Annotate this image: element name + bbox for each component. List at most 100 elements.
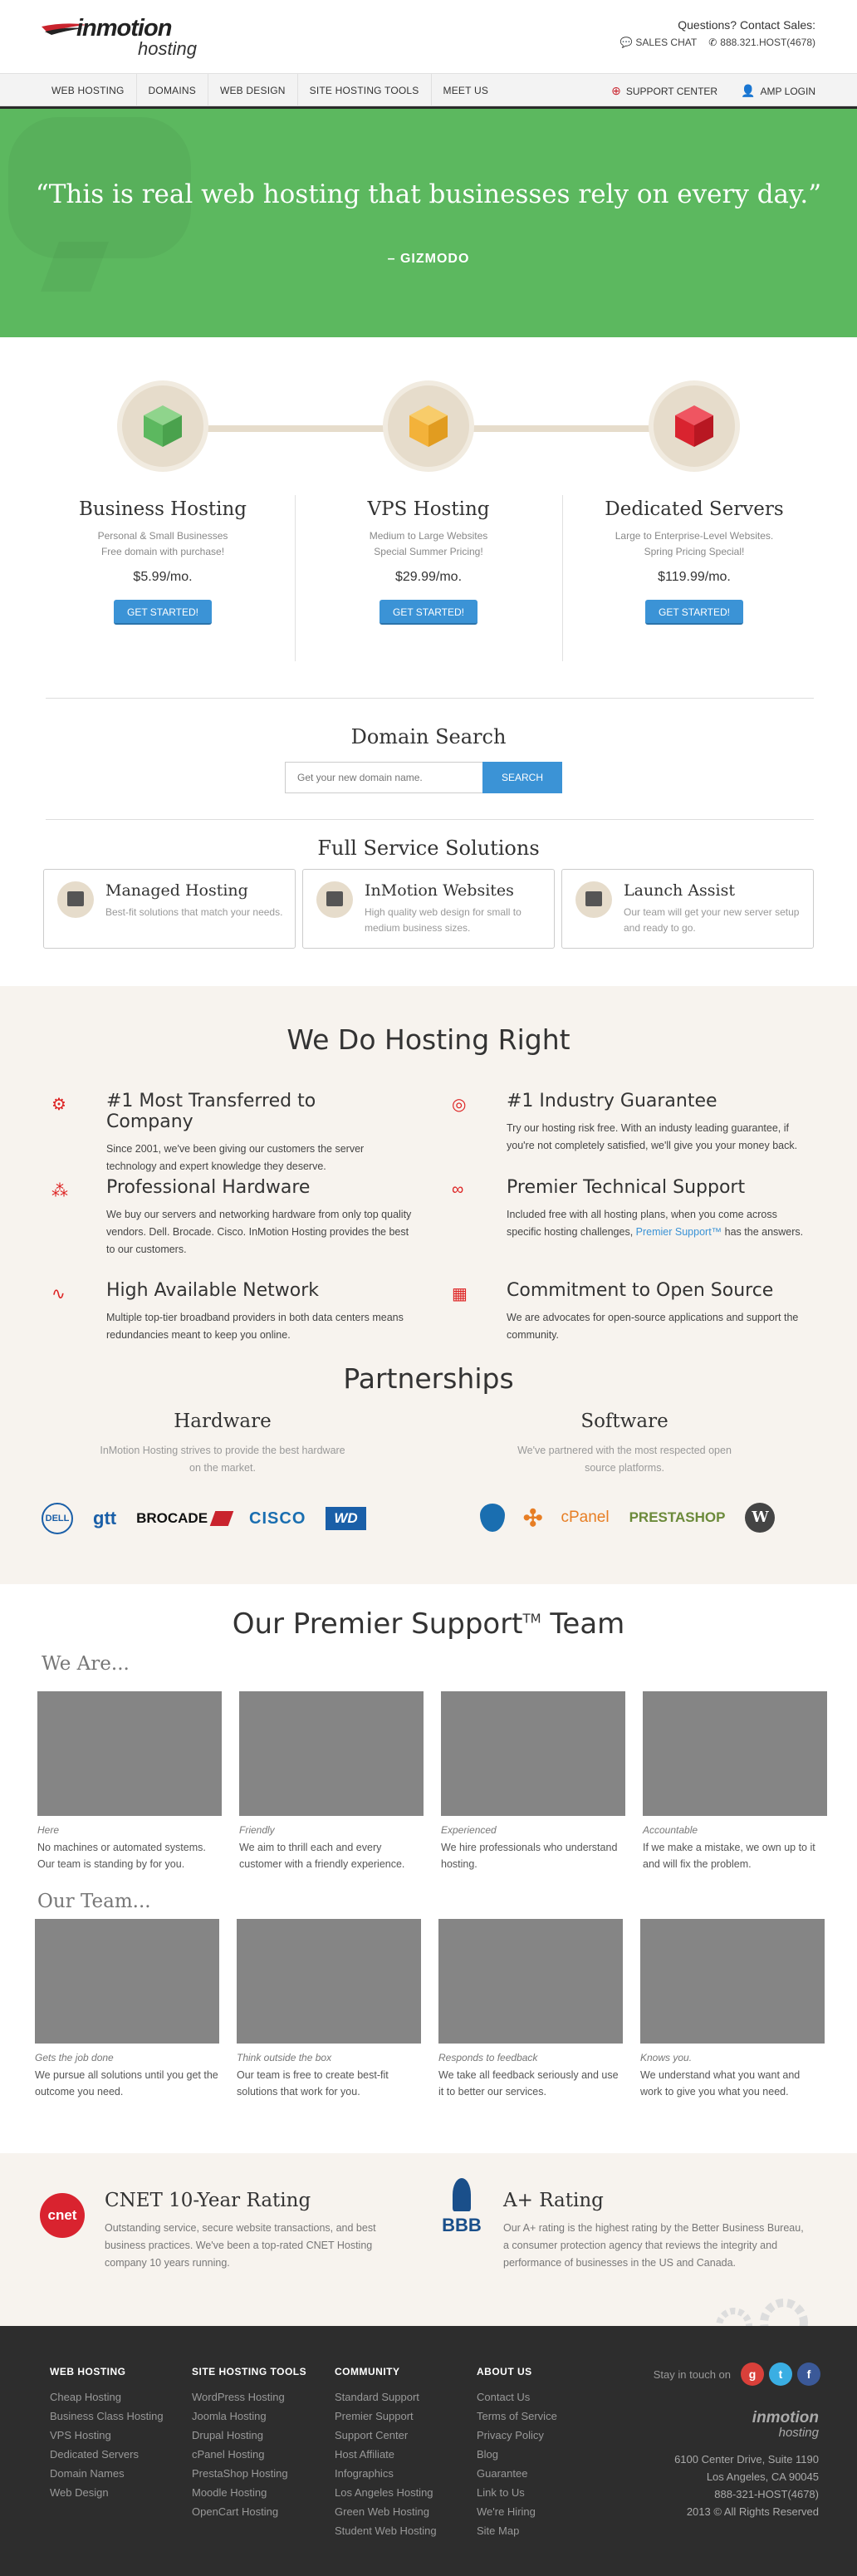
facebook-icon[interactable]: f [797, 2363, 820, 2386]
footer-link[interactable]: cPanel Hosting [192, 2445, 306, 2464]
get-started-button[interactable]: GET STARTED! [644, 600, 743, 625]
footer-link[interactable]: Business Class Hosting [50, 2407, 164, 2426]
our-team-row: Gets the job done We pursue all solution… [35, 1919, 825, 2100]
team-photo [239, 1691, 424, 1816]
footer-link[interactable]: OpenCart Hosting [192, 2502, 306, 2521]
rating-cnet: CNET 10-Year Rating Outstanding service,… [105, 2190, 412, 2272]
footer-link[interactable]: Infographics [335, 2464, 437, 2483]
footer-logo[interactable]: inmotion hosting [752, 2409, 819, 2440]
team-caption: Here [37, 1824, 60, 1836]
footer-link[interactable]: Host Affiliate [335, 2445, 437, 2464]
get-started-button[interactable]: GET STARTED! [113, 600, 212, 625]
feature-title: Professional Hardware [106, 1177, 311, 1198]
team-text: No machines or automated systems. Our te… [37, 1842, 206, 1870]
footer-link[interactable]: Blog [477, 2445, 557, 2464]
domain-search-button[interactable]: SEARCH [482, 762, 562, 793]
drupal-logo-icon [480, 1504, 505, 1532]
get-started-button[interactable]: GET STARTED! [379, 600, 477, 625]
feature-text: We are advocates for open-source applica… [507, 1312, 799, 1341]
footer-link[interactable]: Moodle Hosting [192, 2483, 306, 2502]
footer-link[interactable]: Contact Us [477, 2387, 557, 2407]
section-divider [46, 698, 814, 699]
we-are-row: Here No machines or automated systems. O… [37, 1691, 827, 1872]
premier-support-link[interactable]: Premier Support™ [636, 1226, 722, 1238]
service-card-launch[interactable]: Launch Assist Our team will get your new… [561, 869, 814, 949]
amp-login-link[interactable]: 👤 AMP LOGIN [741, 84, 815, 98]
footer-link[interactable]: Standard Support [335, 2387, 437, 2407]
footer-link[interactable]: Web Design [50, 2483, 164, 2502]
footer-link[interactable]: Cheap Hosting [50, 2387, 164, 2407]
cisco-logo: CISCO [249, 1509, 306, 1528]
software-logos: ✣ cPanel PRESTASHOP W [480, 1503, 795, 1533]
footer-link[interactable]: Link to Us [477, 2483, 557, 2502]
wordpress-logo: W [745, 1503, 776, 1533]
plan-desc: Medium to Large Websites Special Summer P… [369, 530, 488, 557]
nav-meet-us[interactable]: MEET US [432, 74, 501, 107]
rating-title: A+ Rating [503, 2190, 604, 2211]
footer-link[interactable]: Joomla Hosting [192, 2407, 306, 2426]
inmotion-logo[interactable]: inmotion hosting [40, 15, 214, 60]
nav-domains[interactable]: DOMAINS [137, 74, 208, 107]
amp-login-label: AMP LOGIN [760, 85, 815, 97]
team-photo [441, 1691, 625, 1816]
team-card: Experienced We hire professionals who un… [441, 1691, 625, 1872]
footer-link[interactable]: We're Hiring [477, 2502, 557, 2521]
lifebuoy-icon: ⊕ [611, 83, 621, 97]
address-line: Los Angeles, CA 90045 [706, 2471, 819, 2483]
cube-icon [409, 405, 448, 447]
phone-number: 888.321.HOST(4678) [720, 37, 815, 48]
plan-vps: VPS Hosting Medium to Large Websites Spec… [296, 380, 561, 625]
hero-banner: “This is real web hosting that businesse… [0, 106, 857, 337]
domain-search-input[interactable] [285, 762, 482, 793]
blocks-icon: ▦ [452, 1285, 468, 1303]
support-center-link[interactable]: ⊕ SUPPORT CENTER [611, 84, 717, 98]
gtt-logo: gtt [93, 1508, 117, 1528]
footer-link[interactable]: Los Angeles Hosting [335, 2483, 437, 2502]
team-photo [640, 1919, 825, 2044]
team-card: Knows you. We understand what you want a… [640, 1919, 825, 2100]
nav-web-hosting[interactable]: WEB HOSTING [40, 74, 137, 107]
sales-chat-link[interactable]: 💬 SALES CHAT [619, 37, 697, 48]
footer-link[interactable]: Green Web Hosting [335, 2502, 437, 2521]
nav-site-hosting-tools[interactable]: SITE HOSTING TOOLS [298, 74, 432, 107]
service-card-managed[interactable]: Managed Hosting Best-fit solutions that … [43, 869, 296, 949]
hosting-right-title: We Do Hosting Right [286, 1023, 571, 1056]
twitter-icon[interactable]: t [769, 2363, 792, 2386]
footer-link[interactable]: Guarantee [477, 2464, 557, 2483]
footer-link[interactable]: WordPress Hosting [192, 2387, 306, 2407]
footer-link[interactable]: Drupal Hosting [192, 2426, 306, 2445]
footer-link[interactable]: Site Map [477, 2521, 557, 2540]
team-photo [37, 1691, 222, 1816]
footer-link[interactable]: PrestaShop Hosting [192, 2464, 306, 2483]
plan-price: $5.99/mo. [133, 570, 193, 584]
footer-link[interactable]: Terms of Service [477, 2407, 557, 2426]
rating-text: Outstanding service, secure website tran… [105, 2222, 376, 2269]
team-photo [237, 1919, 421, 2044]
footer-link[interactable]: Domain Names [50, 2464, 164, 2483]
address-line: 6100 Center Drive, Suite 1190 [674, 2453, 819, 2466]
footer-link[interactable]: VPS Hosting [50, 2426, 164, 2445]
feature-text: Since 2001, we've been giving our custom… [106, 1143, 365, 1172]
brocade-mark-icon [209, 1511, 234, 1526]
we-are-heading: We Are... [42, 1653, 130, 1675]
team-text: We understand what you want and work to … [640, 2069, 801, 2098]
contact-label: Questions? Contact Sales: [678, 18, 815, 32]
team-text: We take all feedback seriously and use i… [438, 2069, 619, 2098]
google-plus-icon[interactable]: g [741, 2363, 764, 2386]
footer-col-site-tools: SITE HOSTING TOOLS WordPress Hosting Joo… [192, 2366, 306, 2521]
footer-link[interactable]: Dedicated Servers [50, 2445, 164, 2464]
footer-link[interactable]: Premier Support [335, 2407, 437, 2426]
footer-link[interactable]: Privacy Policy [477, 2426, 557, 2445]
nav-web-design[interactable]: WEB DESIGN [208, 74, 298, 107]
team-card: Gets the job done We pursue all solution… [35, 1919, 219, 2100]
section-divider [46, 819, 814, 820]
footer-address: 6100 Center Drive, Suite 1190 Los Angele… [674, 2451, 819, 2520]
software-desc: We've partnered with the most respected … [517, 1445, 732, 1474]
feature-item: ⁂ Professional Hardware We buy our serve… [51, 1177, 411, 1259]
footer-link[interactable]: Support Center [335, 2426, 437, 2445]
service-card-websites[interactable]: InMotion Websites High quality web desig… [302, 869, 555, 949]
footer-link[interactable]: Student Web Hosting [335, 2521, 437, 2540]
team-caption: Accountable [643, 1824, 698, 1836]
phone-link[interactable]: ✆ 888.321.HOST(4678) [708, 37, 815, 48]
feature-title: Commitment to Open Source [507, 1280, 774, 1301]
